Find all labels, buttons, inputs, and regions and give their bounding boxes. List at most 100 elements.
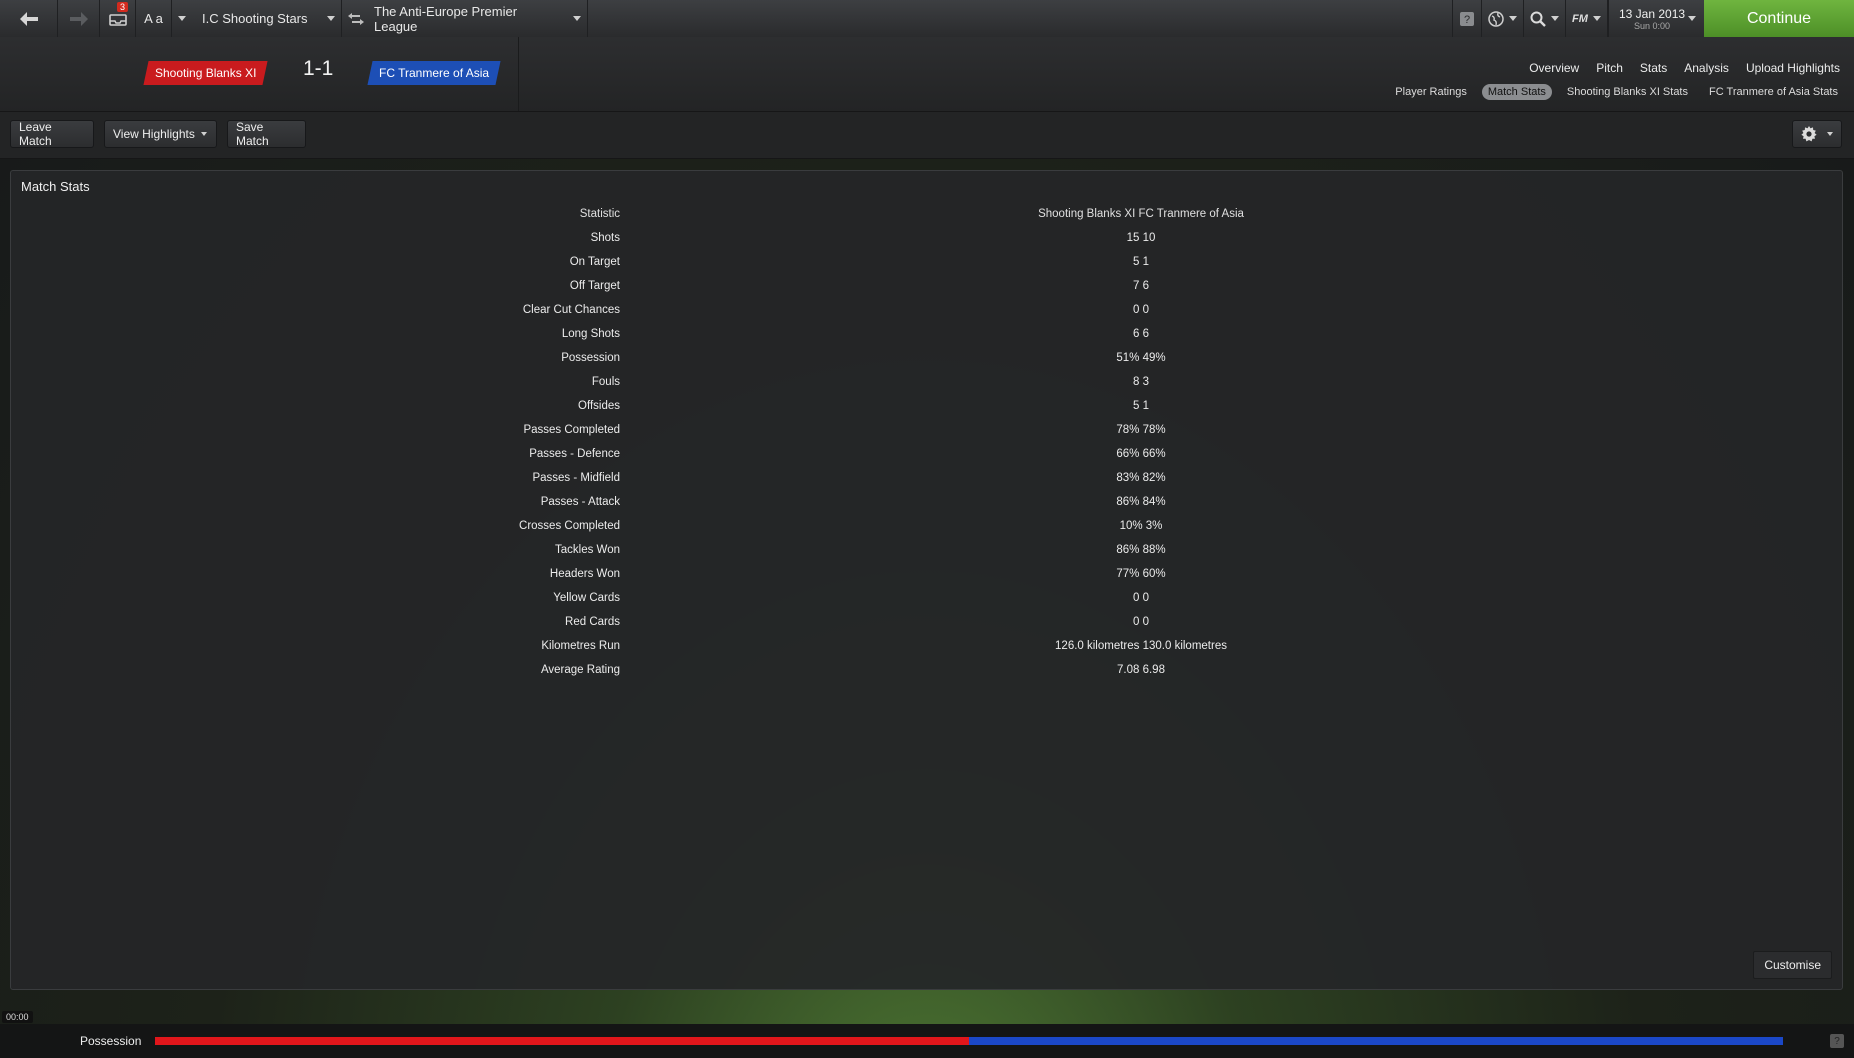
settings-button[interactable] <box>1792 120 1842 148</box>
tab-pitch[interactable]: Pitch <box>1596 61 1623 75</box>
toolbar-right-group: ? FM <box>1452 0 1608 37</box>
stat-label: Offsides <box>578 400 620 412</box>
possession-label: Possession <box>80 1034 142 1048</box>
leave-match-label: Leave Match <box>19 120 52 148</box>
club-dropdown-toggle[interactable] <box>172 0 192 37</box>
stat-label: Red Cards <box>565 616 620 628</box>
stat-value: 78% 78% <box>1116 424 1166 436</box>
subtab-player-ratings[interactable]: Player Ratings <box>1389 84 1473 100</box>
stat-value: 126.0 kilometres 130.0 kilometres <box>1055 640 1227 652</box>
chevron-down-icon <box>1827 132 1833 136</box>
arrow-right-icon <box>69 11 88 26</box>
match-score: 1-1 <box>303 57 334 80</box>
help-button[interactable]: ? <box>1452 0 1482 37</box>
customise-button[interactable]: Customise <box>1753 951 1832 979</box>
table-row: Crosses Completed 10% 3% <box>11 515 1842 539</box>
stat-label: Tackles Won <box>555 544 620 556</box>
table-row: Passes - Defence 66% 66% <box>11 443 1842 467</box>
tab-analysis[interactable]: Analysis <box>1684 61 1729 75</box>
subtab-away-team-stats[interactable]: FC Tranmere of Asia Stats <box>1703 84 1844 100</box>
gear-icon <box>1801 126 1817 142</box>
stat-label: Clear Cut Chances <box>522 304 620 316</box>
chevron-down-icon <box>178 16 186 21</box>
away-team-badge[interactable]: FC Tranmere of Asia <box>367 61 501 85</box>
table-row: Passes - Midfield 83% 82% <box>11 467 1842 491</box>
help-icon: ? <box>1460 11 1474 26</box>
stat-label: Kilometres Run <box>541 640 620 652</box>
tab-stats[interactable]: Stats <box>1640 61 1667 75</box>
possession-bar <box>155 1037 1783 1045</box>
tab-overview[interactable]: Overview <box>1529 61 1579 75</box>
stat-value: 0 0 <box>1133 592 1149 604</box>
stat-label: Yellow Cards <box>553 592 620 604</box>
fm-menu-button[interactable]: FM <box>1566 0 1608 37</box>
forward-button[interactable] <box>58 0 100 37</box>
continue-button[interactable]: Continue <box>1704 0 1854 37</box>
match-stats-panel: Match Stats Statistic Shooting Blanks XI… <box>10 170 1843 990</box>
stats-table: Statistic Shooting Blanks XI FC Tranmere… <box>11 203 1842 683</box>
table-row: Kilometres Run 126.0 kilometres 130.0 kil… <box>11 635 1842 659</box>
stat-label: Fouls <box>591 376 620 388</box>
stat-value: 7 6 <box>1133 280 1149 292</box>
view-highlights-button[interactable]: View Highlights <box>104 120 217 148</box>
match-header: Shooting Blanks XI 1-1 FC Tranmere of As… <box>0 37 1854 112</box>
stat-value: 51% 49% <box>1116 352 1166 364</box>
svg-text:?: ? <box>1464 14 1470 26</box>
club-selector[interactable]: I.C Shooting Stars <box>192 0 342 37</box>
stat-value: 6 6 <box>1133 328 1149 340</box>
table-row: Fouls 8 3 <box>11 371 1842 395</box>
back-button[interactable] <box>0 0 58 37</box>
chevron-down-icon <box>200 132 207 136</box>
stat-value: 83% 82% <box>1116 472 1166 484</box>
stat-label: Passes - Defence <box>529 448 620 460</box>
inbox-badge: 3 <box>117 2 129 12</box>
world-button[interactable] <box>1482 0 1524 37</box>
table-row: Passes Completed 78% 78% <box>11 419 1842 443</box>
away-team-name: FC Tranmere of Asia <box>379 66 490 80</box>
stat-value: 0 0 <box>1133 616 1149 628</box>
search-icon <box>1530 11 1546 27</box>
chevron-down-icon <box>573 16 581 21</box>
possession-bar-container: Possession ? <box>0 1024 1854 1058</box>
top-toolbar: 3 A a I.C Shooting Stars The Anti-Europe… <box>0 0 1854 38</box>
table-row: Long Shots 6 6 <box>11 323 1842 347</box>
view-highlights-label: View Highlights <box>113 127 195 141</box>
table-row: Headers Won 77% 60% <box>11 563 1842 587</box>
stat-value: 8 3 <box>1133 376 1149 388</box>
save-match-label: Save Match <box>236 120 269 148</box>
table-row: Red Cards 0 0 <box>11 611 1842 635</box>
search-button[interactable] <box>1524 0 1566 37</box>
table-row: Possession 51% 49% <box>11 347 1842 371</box>
stat-value: 10% 3% <box>1119 520 1163 532</box>
chevron-down-icon[interactable] <box>1688 16 1696 21</box>
stat-label: On Target <box>569 256 620 268</box>
tab-upload-highlights[interactable]: Upload Highlights <box>1746 61 1840 75</box>
help-icon[interactable]: ? <box>1830 1034 1844 1048</box>
subtab-match-stats[interactable]: Match Stats <box>1481 84 1552 100</box>
stat-label: Crosses Completed <box>519 520 620 532</box>
home-possession-fill <box>155 1037 969 1045</box>
stat-value: 77% 60% <box>1116 568 1166 580</box>
table-row: Offsides 5 1 <box>11 395 1842 419</box>
stat-value: 0 0 <box>1133 304 1149 316</box>
table-row: On Target 5 1 <box>11 251 1842 275</box>
subtab-home-team-stats[interactable]: Shooting Blanks XI Stats <box>1561 84 1694 100</box>
table-row: Clear Cut Chances 0 0 <box>11 299 1842 323</box>
stat-value: 15 10 <box>1126 232 1156 244</box>
stat-value: 5 1 <box>1133 256 1149 268</box>
globe-icon <box>1488 10 1504 27</box>
chevron-down-icon <box>1592 16 1601 21</box>
chevron-down-icon <box>1551 16 1559 21</box>
competition-selector[interactable]: The Anti-Europe Premier League <box>370 0 588 37</box>
leave-match-button[interactable]: Leave Match <box>10 120 94 148</box>
save-match-button[interactable]: Save Match <box>227 120 306 148</box>
switch-button[interactable] <box>342 0 370 37</box>
stat-label: Possession <box>561 352 620 364</box>
home-team-badge[interactable]: Shooting Blanks XI <box>143 61 268 85</box>
chevron-down-icon <box>327 16 335 21</box>
font-size-button[interactable]: A a <box>136 0 172 37</box>
table-row: Shots 15 10 <box>11 227 1842 251</box>
away-possession-fill <box>969 1037 1783 1045</box>
current-date: 13 Jan 2013 <box>1619 6 1686 21</box>
table-row: Tackles Won 86% 88% <box>11 539 1842 563</box>
